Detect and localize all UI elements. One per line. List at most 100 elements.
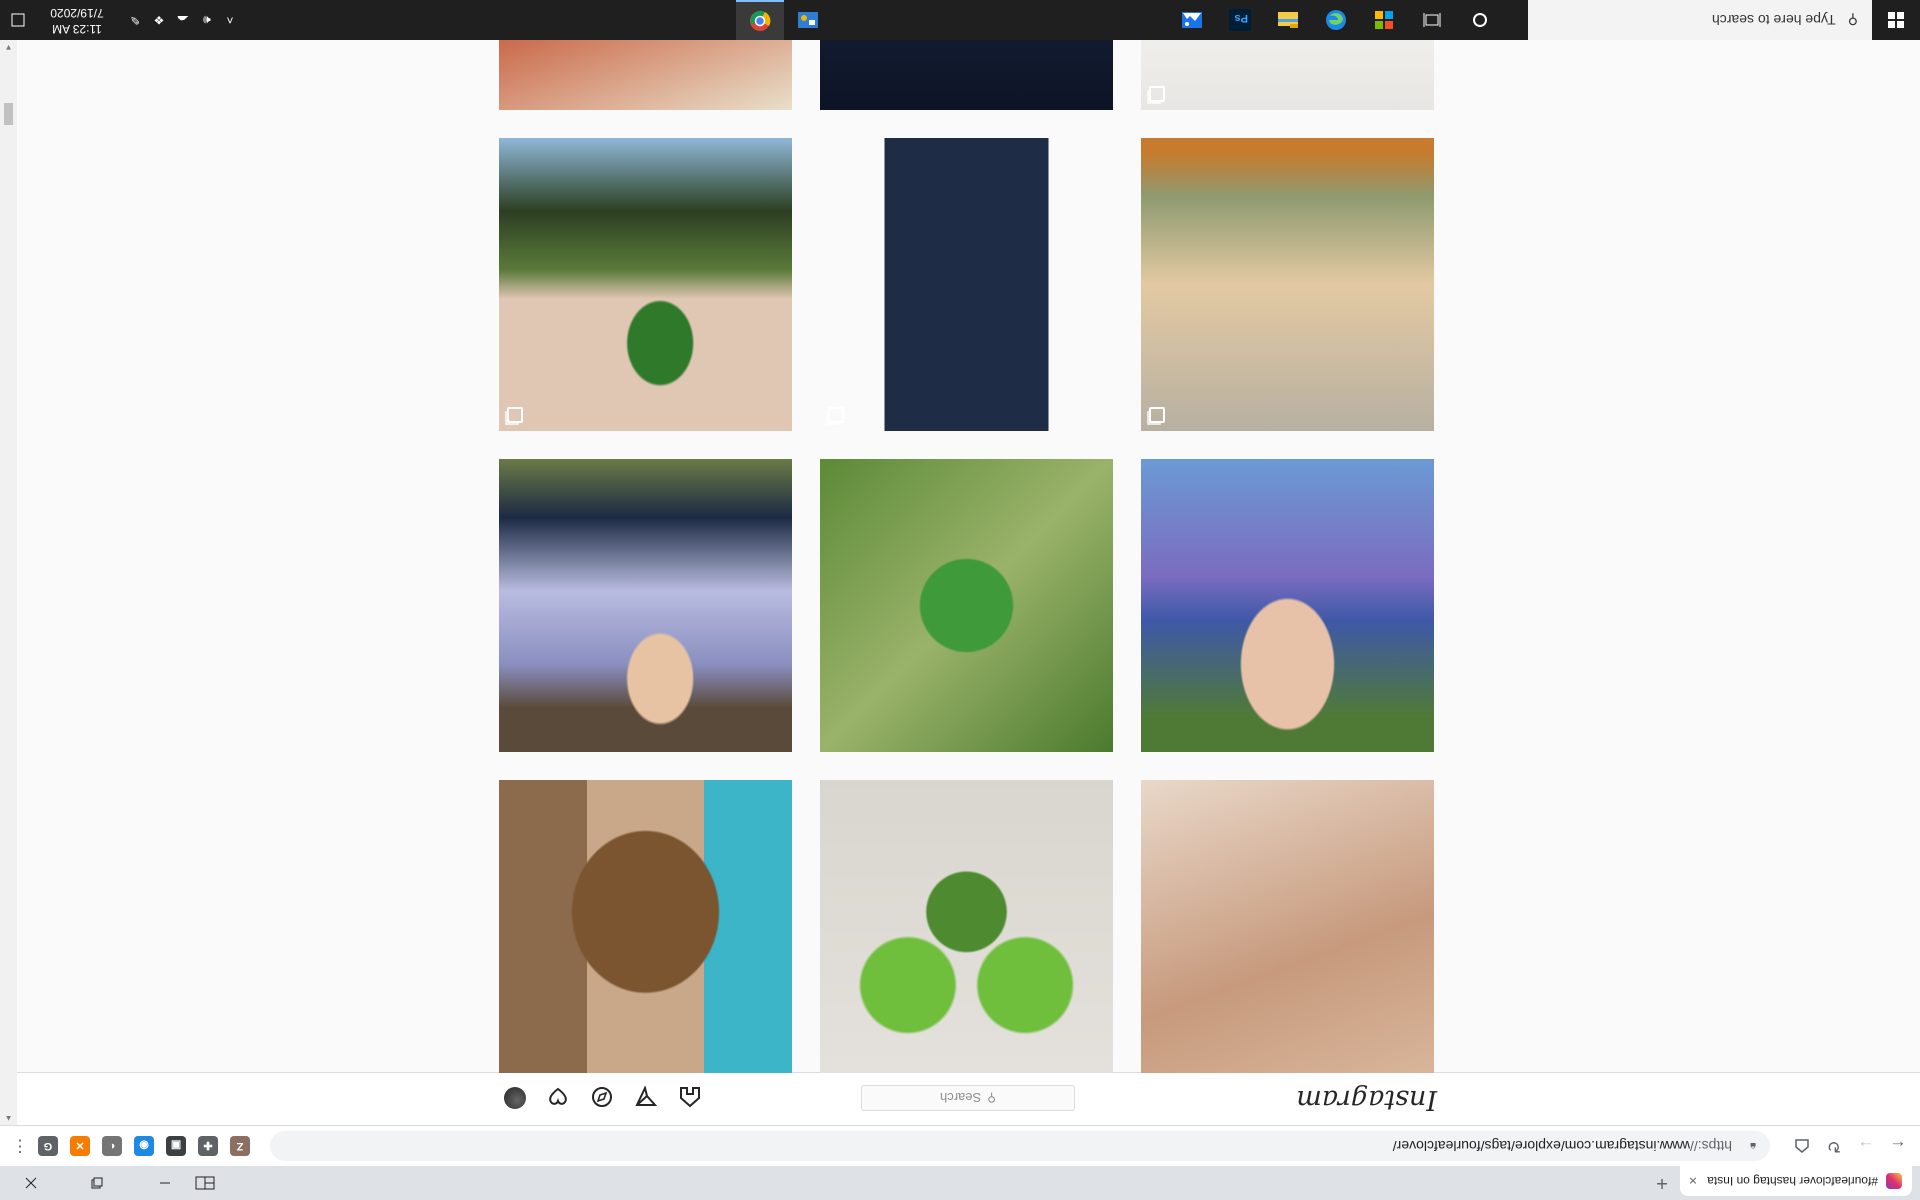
folder-icon xyxy=(1278,12,1298,28)
address-bar[interactable]: 🔒︎ https:// www.instagram.com/explore/ta… xyxy=(270,1131,1770,1161)
post-tiktok-video[interactable] xyxy=(820,138,1113,431)
home-icon xyxy=(1795,1139,1809,1153)
activity-button[interactable] xyxy=(546,1085,570,1109)
svg-text:Ps: Ps xyxy=(1235,12,1248,24)
taskbar-app-edge[interactable] xyxy=(1312,0,1360,40)
task-view-icon xyxy=(1423,13,1441,27)
url-scheme: https:// xyxy=(1689,1138,1732,1154)
browser-extension-icon[interactable]: Z xyxy=(230,1136,250,1156)
hashtag-post-grid xyxy=(20,40,1920,1073)
cortana-icon xyxy=(1473,13,1487,27)
close-window-button[interactable] xyxy=(8,1166,54,1200)
profile-avatar[interactable] xyxy=(504,1087,526,1109)
post-clover-hand[interactable] xyxy=(1141,780,1434,1073)
snap-layout-button[interactable] xyxy=(190,1166,220,1200)
instagram-header: Instagram ⚲ Search xyxy=(0,1072,1920,1125)
post-clovers-pond[interactable] xyxy=(499,138,792,431)
paper-plane-icon xyxy=(635,1086,657,1106)
post-sky-reflection[interactable] xyxy=(1141,138,1434,431)
scrollbar-thumb[interactable] xyxy=(4,103,13,125)
post-macrame-necklace[interactable] xyxy=(820,780,1113,1073)
control-panel-icon xyxy=(798,12,818,28)
kebab-menu-icon: ⋮ xyxy=(11,1137,29,1156)
tab-title: #fourleafclover hashtag on Insta xyxy=(1707,1174,1878,1188)
post-bowl-dark[interactable] xyxy=(820,40,1113,110)
explore-button[interactable] xyxy=(590,1085,614,1109)
office-icon xyxy=(1375,11,1393,29)
tray-overflow-button[interactable]: ˄ xyxy=(220,0,240,40)
taskbar-clock[interactable]: 11:23 AM 7/19/2020 xyxy=(42,5,112,37)
multi-photo-icon xyxy=(507,407,523,423)
browser-menu-button[interactable]: ⋮ xyxy=(6,1132,34,1160)
tray-dropbox[interactable]: ❖ xyxy=(148,0,170,40)
tray-pen[interactable]: ✎ xyxy=(124,0,146,40)
browser-extension-icon[interactable]: ◐ xyxy=(102,1136,122,1156)
home-nav-button[interactable] xyxy=(678,1085,702,1109)
action-center-button[interactable] xyxy=(0,0,36,40)
post-girl-tie-dye[interactable] xyxy=(1141,459,1434,752)
heart-icon xyxy=(549,1087,567,1105)
forward-arrow-icon: → xyxy=(1857,1137,1875,1156)
search-placeholder: Search xyxy=(940,1090,982,1106)
taskbar-app-office[interactable] xyxy=(1360,0,1408,40)
compass-icon xyxy=(592,1087,612,1107)
notification-icon xyxy=(11,13,25,27)
multi-photo-icon xyxy=(1149,86,1165,102)
post-four-leaf-closeup[interactable] xyxy=(820,459,1113,752)
scroll-up-icon[interactable]: ▲ xyxy=(0,1111,17,1125)
forward-button[interactable]: → xyxy=(1852,1132,1880,1160)
task-view-button[interactable] xyxy=(1408,0,1456,40)
tray-volume[interactable]: 🔊︎ xyxy=(196,0,218,40)
home-button[interactable] xyxy=(1788,1132,1816,1160)
scroll-down-icon[interactable]: ▼ xyxy=(0,40,17,54)
browser-extension-icon[interactable]: G xyxy=(38,1136,58,1156)
taskbar-search-box[interactable]: ⚲ Type here to search xyxy=(1528,0,1872,40)
cloud-icon: ☁ xyxy=(177,13,189,27)
tray-onedrive[interactable]: ☁ xyxy=(172,0,194,40)
minimize-button[interactable] xyxy=(142,1166,188,1200)
post-white-shirt[interactable] xyxy=(1141,40,1434,110)
taskbar-app-photos[interactable] xyxy=(1168,0,1216,40)
browser-extension-icon[interactable]: ✚ xyxy=(198,1136,218,1156)
post-curly-hair[interactable] xyxy=(499,780,792,1073)
windows-taskbar: ⚲ Type here to search Ps ˄ 🔊︎ ☁ ❖ ✎ 11:2… xyxy=(0,0,1920,40)
taskbar-app-control-panel[interactable] xyxy=(784,0,832,40)
new-tab-button[interactable]: + xyxy=(1651,1171,1673,1194)
reload-icon: ↻ xyxy=(1826,1137,1842,1156)
browser-extension-icon[interactable]: ✕ xyxy=(70,1136,90,1156)
restore-button[interactable] xyxy=(74,1166,120,1200)
restore-icon xyxy=(91,1177,103,1189)
dropbox-icon: ❖ xyxy=(153,13,165,27)
home-icon xyxy=(680,1087,700,1108)
taskbar-search-placeholder: Type here to search xyxy=(1711,12,1836,28)
browser-toolbar: ← → ↻ 🔒︎ https:// www.instagram.com/expl… xyxy=(0,1125,1920,1166)
post-clover-candle[interactable] xyxy=(499,40,792,110)
volume-icon: 🔊︎ xyxy=(203,13,211,28)
snap-layout-icon xyxy=(195,1176,215,1190)
search-icon: ⚲ xyxy=(1847,12,1858,29)
browser-extension-icon[interactable]: ◉ xyxy=(134,1136,154,1156)
browser-extension-icon[interactable]: ▣ xyxy=(166,1136,186,1156)
back-button[interactable]: ← xyxy=(1884,1132,1912,1160)
search-input[interactable]: ⚲ Search xyxy=(861,1085,1075,1111)
instagram-logo[interactable]: Instagram xyxy=(1296,1084,1437,1115)
taskbar-app-photoshop[interactable]: Ps xyxy=(1216,0,1264,40)
post-boy-striped-shirt[interactable] xyxy=(499,459,792,752)
reload-button[interactable]: ↻ xyxy=(1820,1132,1848,1160)
photos-icon xyxy=(1182,12,1202,28)
start-button[interactable] xyxy=(1872,0,1920,40)
tab-close-icon[interactable]: × xyxy=(1684,1173,1702,1189)
cortana-button[interactable] xyxy=(1456,0,1504,40)
instagram-favicon-icon xyxy=(1886,1173,1902,1189)
url-text: www.instagram.com/explore/tags/fourleafc… xyxy=(1392,1138,1690,1154)
lock-icon: 🔒︎ xyxy=(1750,1140,1756,1153)
taskbar-app-chrome[interactable] xyxy=(736,0,784,40)
browser-tab-strip: #fourleafclover hashtag on Insta × + xyxy=(0,1166,1920,1200)
taskbar-app-file-explorer[interactable] xyxy=(1264,0,1312,40)
direct-messages-button[interactable] xyxy=(634,1085,658,1109)
browser-tab-active[interactable]: #fourleafclover hashtag on Insta × xyxy=(1680,1166,1912,1196)
multi-photo-icon xyxy=(828,407,844,423)
multi-photo-icon xyxy=(1149,407,1165,423)
clock-date: 7/19/2020 xyxy=(50,6,104,20)
page-scrollbar[interactable]: ▲ ▼ xyxy=(0,40,17,1125)
